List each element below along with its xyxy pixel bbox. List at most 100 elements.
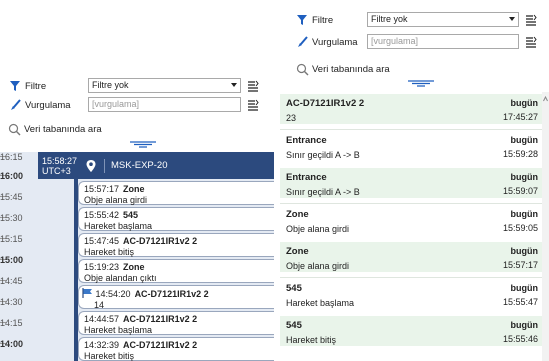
highlight-input[interactable]: [vurgulama] [88, 97, 241, 112]
chevron-down-icon [509, 17, 515, 21]
header-time-value: 15:58:27 [42, 155, 78, 166]
event-header: 14:54:20 AC-D7121IR1v2 2 [82, 288, 274, 300]
filter-select-value: Filtre yok [371, 14, 408, 24]
database-search[interactable]: Veri tabanında ara [8, 123, 102, 136]
collapse-handle-icon[interactable] [408, 80, 434, 87]
event-title: AC-D7121IR1v2 2 [134, 289, 209, 299]
highlight-options-icon[interactable] [525, 36, 537, 48]
item-time: 15:59:07 [502, 186, 538, 196]
item-time: 15:59:28 [502, 149, 538, 159]
event-time: 15:57:17 [84, 184, 120, 194]
item-title: Zone [286, 246, 309, 257]
time-tick: 14:30 [0, 297, 23, 307]
event-header: 14:44:57 AC-D7121IR1v2 2 [84, 314, 274, 325]
database-search[interactable]: Veri tabanında ara [296, 63, 390, 76]
item-time: 17:45:27 [502, 112, 538, 122]
item-day: bugün [510, 320, 539, 330]
filter-options-icon[interactable] [525, 14, 537, 26]
event-desc: Hareket bitiş [84, 247, 135, 257]
event-title: AC-D7121IR1v2 2 [123, 236, 198, 246]
event-desc: 14 [94, 300, 105, 310]
timeline-header[interactable]: 15:58:27 UTC+3 MSK-EXP-20 [38, 152, 274, 179]
filter-select[interactable]: Filtre yok [367, 12, 519, 27]
event-desc: Hareket bitiş [84, 351, 135, 361]
event-time: 15:19:23 [84, 262, 120, 272]
list-item[interactable]: 545 Hareket bitiş bugün 15:55:46 [280, 316, 542, 346]
item-time: 15:57:17 [502, 260, 538, 270]
event-header: 15:19:23 Zone [84, 262, 274, 273]
row-divider [280, 129, 542, 130]
timeline-event[interactable]: 15:19:23 Zone Obje alandan çıktı [78, 259, 274, 283]
right-filter-panel: Filtre Filtre yok Vurgulama [vurgulama] … [280, 0, 549, 92]
list-item[interactable]: Zone Obje alana girdi bugün 15:57:17 [280, 242, 542, 272]
event-title: AC-D7121IR1v2 2 [123, 340, 198, 350]
collapse-handle-icon[interactable] [130, 141, 156, 148]
item-title: Zone [286, 209, 309, 220]
header-time: 15:58:27 UTC+3 [38, 156, 80, 176]
left-highlight-row: Vurgulama [9, 97, 71, 113]
item-title: 545 [286, 283, 302, 294]
event-desc: Obje alandan çıktı [84, 273, 157, 283]
item-time: 15:55:46 [502, 334, 538, 344]
list-item[interactable]: Entrance Sınır geçildi A -> B bugün 15:5… [280, 131, 542, 161]
event-time: 15:55:42 [84, 210, 120, 220]
search-icon [296, 63, 309, 76]
timeline-event[interactable]: 15:57:17 Zone Obje alana girdi [78, 181, 274, 205]
time-tick: 15:15 [0, 234, 23, 244]
search-label: Veri tabanında ara [24, 124, 102, 135]
item-day: bugün [510, 172, 539, 182]
time-tick: 14:45 [0, 276, 23, 286]
filter-icon [10, 81, 20, 91]
item-day: bugün [510, 246, 539, 256]
time-tick: 15:30 [0, 213, 23, 223]
flag-icon [82, 288, 92, 298]
list-item[interactable]: 545 Hareket başlama bugün 15:55:47 [280, 279, 542, 309]
camera-title: MSK-EXP-20 [111, 160, 168, 171]
item-day: bugün [510, 135, 539, 145]
event-header: 15:57:17 Zone [84, 184, 274, 195]
filter-select[interactable]: Filtre yok [88, 78, 241, 93]
item-day: bugün [510, 209, 539, 219]
search-icon [8, 123, 21, 136]
list-item[interactable]: Zone Obje alana girdi bugün 15:59:05 [280, 205, 542, 235]
timeline-event[interactable]: 14:44:57 AC-D7121IR1v2 2 Hareket başlama [78, 311, 274, 335]
item-time: 15:59:05 [502, 223, 538, 233]
time-tick: 15:45 [0, 192, 23, 202]
list-item[interactable]: Entrance Sınır geçildi A -> B bugün 15:5… [280, 168, 542, 198]
highlight-placeholder: [vurgulama] [92, 99, 140, 109]
header-divider [104, 158, 105, 173]
event-time: 14:44:57 [84, 314, 120, 324]
left-filter-panel: Filtre Filtre yok Vurgulama [vurgulama] … [0, 70, 274, 150]
brush-icon [298, 36, 308, 47]
item-title: Entrance [286, 172, 327, 183]
item-title: Entrance [286, 135, 327, 146]
event-header: 15:47:45 AC-D7121IR1v2 2 [84, 236, 274, 247]
list-item[interactable]: AC-D7121IR1v2 2 23 bugün 17:45:27 [280, 94, 542, 124]
timeline-event[interactable]: 15:55:42 545 Hareket başlama [78, 207, 274, 231]
chevron-down-icon [231, 83, 237, 87]
filter-options-icon[interactable] [247, 80, 259, 92]
event-desc: Obje alana girdi [84, 195, 148, 205]
filter-select-value: Filtre yok [92, 80, 129, 90]
timeline-event[interactable]: 14:54:20 AC-D7121IR1v2 2 14 [78, 285, 274, 310]
highlight-input[interactable]: [vurgulama] [367, 34, 519, 49]
list-scrollbar[interactable] [542, 92, 549, 361]
highlight-label: Vurgulama [312, 36, 358, 48]
event-list[interactable]: AC-D7121IR1v2 2 23 bugün 17:45:27 Entran… [280, 92, 549, 361]
timeline-event[interactable]: 14:32:39 AC-D7121IR1v2 2 Hareket bitiş [78, 337, 274, 361]
filter-label: Filtre [312, 14, 334, 26]
brush-icon [11, 99, 21, 110]
location-pin-icon [86, 159, 96, 172]
timeline-event[interactable]: 15:47:45 AC-D7121IR1v2 2 Hareket bitiş [78, 233, 274, 257]
filter-label: Filtre [25, 80, 47, 92]
time-tick: 14:15 [0, 318, 23, 328]
event-time: 14:32:39 [84, 340, 120, 350]
event-desc: Hareket başlama [84, 221, 153, 231]
highlight-options-icon[interactable] [247, 99, 259, 111]
event-header: 14:32:39 AC-D7121IR1v2 2 [84, 340, 274, 351]
scroll-up-icon[interactable] [543, 96, 548, 102]
filter-icon [297, 15, 307, 25]
event-title: 545 [123, 210, 139, 220]
right-highlight-row: Vurgulama [296, 34, 358, 50]
event-timeline[interactable]: 16:15 16:00 15:45 15:30 15:15 15:00 14:4… [0, 152, 274, 361]
